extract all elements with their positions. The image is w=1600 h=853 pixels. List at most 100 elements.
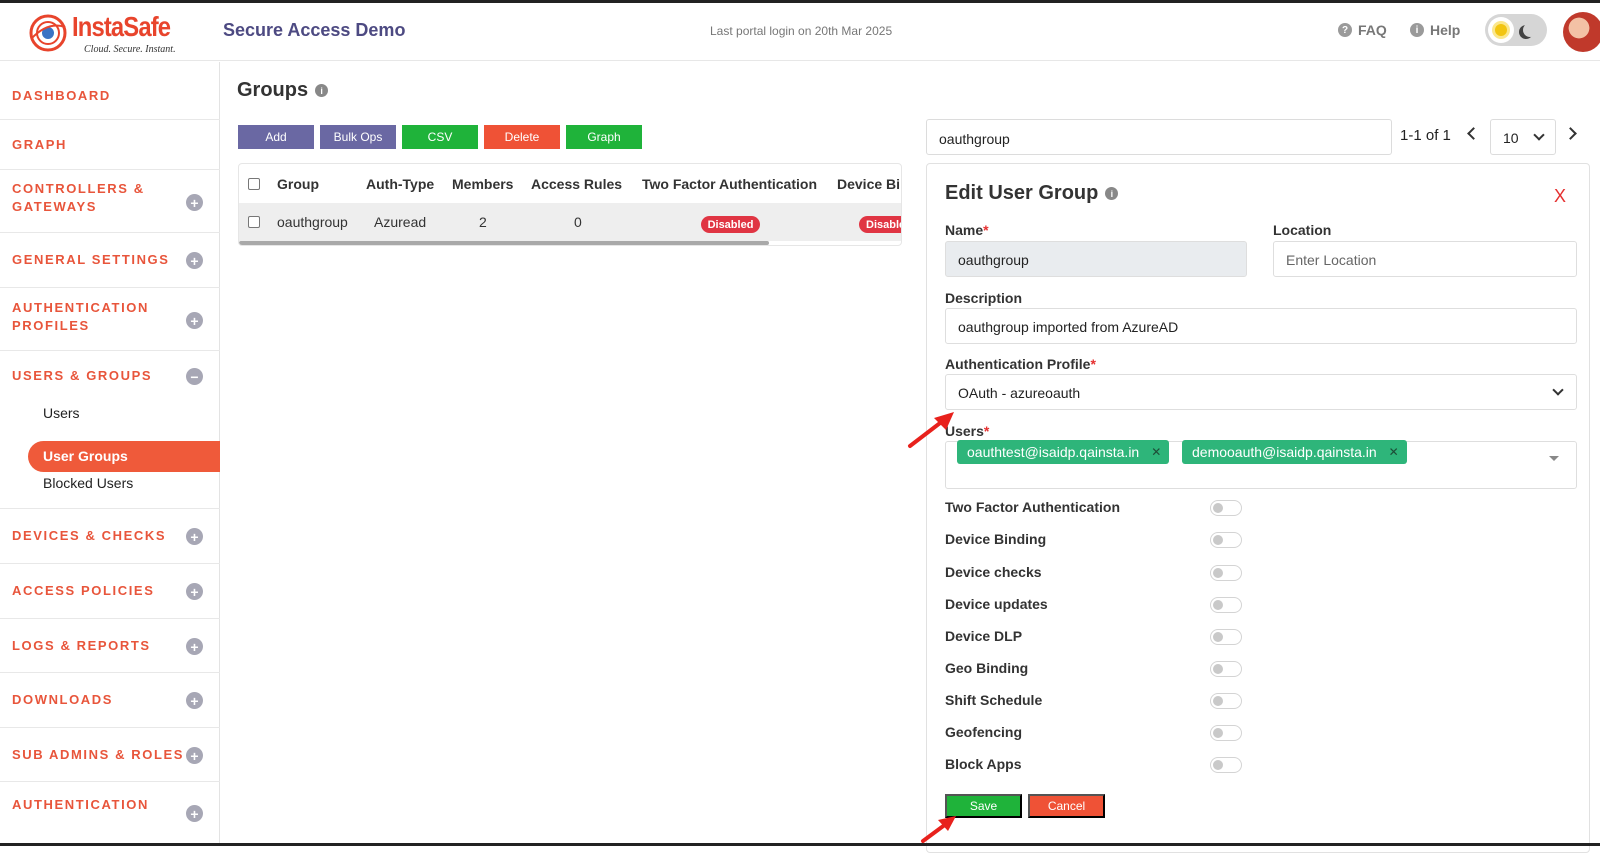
block-apps-toggle[interactable]: [1210, 757, 1242, 773]
column-header-group[interactable]: Group: [277, 176, 319, 192]
sidebar-item-authentication[interactable]: AUTHENTICATION +: [0, 782, 220, 843]
sidebar-item-downloads[interactable]: DOWNLOADS +: [0, 673, 220, 728]
expand-plus-icon[interactable]: +: [186, 252, 203, 269]
toggle-knob: [1213, 696, 1223, 706]
sidebar-item-sub-admins-roles[interactable]: SUB ADMINS & ROLES +: [0, 728, 220, 782]
search-input[interactable]: oauthgroup: [926, 119, 1392, 155]
row-checkbox[interactable]: [248, 216, 260, 228]
two-factor-toggle[interactable]: [1210, 500, 1242, 516]
geofencing-toggle[interactable]: [1210, 725, 1242, 741]
sidebar-item-label: AUTHENTICATION: [12, 797, 149, 812]
csv-button[interactable]: CSV: [402, 125, 478, 149]
name-field[interactable]: oauthgroup: [945, 241, 1247, 277]
caret-down-icon[interactable]: [1549, 456, 1559, 461]
sidebar: DASHBOARD GRAPH CONTROLLERS & GATEWAYS +…: [0, 62, 220, 843]
required-marker: *: [983, 423, 990, 439]
user-tag-label: demooauth@isaidp.qainsta.in: [1192, 444, 1377, 460]
page-title: Groups i: [237, 79, 329, 102]
theme-toggle[interactable]: [1485, 14, 1547, 46]
collapse-minus-icon[interactable]: −: [186, 368, 203, 385]
user-avatar[interactable]: [1563, 12, 1600, 52]
expand-plus-icon[interactable]: +: [186, 312, 203, 329]
sidebar-subitem-users[interactable]: Users: [43, 405, 80, 421]
edit-user-group-panel: Edit User Group i X Name* oauthgroup Loc…: [926, 163, 1590, 853]
sidebar-item-label: GENERAL SETTINGS: [12, 252, 170, 267]
page-title-text: Groups: [237, 79, 309, 101]
geo-binding-toggle[interactable]: [1210, 661, 1242, 677]
sidebar-subitem-label: User Groups: [43, 448, 128, 464]
chevron-left-icon[interactable]: [1467, 127, 1480, 140]
help-link[interactable]: i Help: [1410, 22, 1460, 38]
required-marker: *: [1090, 356, 1096, 372]
toggle-knob: [1213, 632, 1223, 642]
device-dlp-toggle[interactable]: [1210, 629, 1242, 645]
remove-tag-icon[interactable]: ✕: [1389, 445, 1399, 459]
toggle-label-geo-binding: Geo Binding: [945, 660, 1029, 676]
question-icon: ?: [1338, 23, 1352, 37]
cell-group[interactable]: oauthgroup: [277, 214, 348, 230]
device-binding-toggle[interactable]: [1210, 532, 1242, 548]
annotation-arrow-icon: [921, 816, 956, 843]
toggle-knob: [1213, 600, 1223, 610]
faq-label: FAQ: [1358, 22, 1387, 38]
device-checks-toggle[interactable]: [1210, 565, 1242, 581]
sidebar-item-logs-reports[interactable]: LOGS & REPORTS +: [0, 619, 220, 673]
sidebar-item-authentication-profiles[interactable]: AUTHENTICATION PROFILES +: [0, 288, 220, 351]
expand-plus-icon[interactable]: +: [186, 747, 203, 764]
toggle-knob: [1213, 760, 1223, 770]
expand-plus-icon[interactable]: +: [186, 528, 203, 545]
expand-plus-icon[interactable]: +: [186, 805, 203, 822]
sidebar-subitem-user-groups[interactable]: User Groups: [28, 441, 220, 472]
toggle-label-geofencing: Geofencing: [945, 724, 1023, 740]
chevron-down-icon: [1552, 384, 1564, 396]
sidebar-item-dashboard[interactable]: DASHBOARD: [0, 62, 220, 120]
column-header-two-factor[interactable]: Two Factor Authentication: [642, 176, 817, 192]
table-horizontal-scrollbar[interactable]: [239, 241, 769, 245]
required-marker: *: [983, 222, 989, 238]
auth-profile-select[interactable]: OAuth - azureoauth: [945, 374, 1577, 410]
sidebar-subitem-blocked-users[interactable]: Blocked Users: [43, 475, 133, 491]
expand-plus-icon[interactable]: +: [186, 194, 203, 211]
sidebar-item-graph[interactable]: GRAPH: [0, 120, 220, 170]
info-icon[interactable]: i: [1105, 187, 1119, 200]
sidebar-item-controllers-gateways[interactable]: CONTROLLERS & GATEWAYS +: [0, 170, 220, 233]
column-header-members[interactable]: Members: [452, 176, 513, 192]
description-field[interactable]: oauthgroup imported from AzureAD: [945, 308, 1577, 344]
column-header-access-rules[interactable]: Access Rules: [531, 176, 622, 192]
sidebar-item-label: AUTHENTICATION PROFILES: [12, 300, 149, 333]
sidebar-item-label: GRAPH: [12, 137, 67, 152]
device-updates-toggle[interactable]: [1210, 597, 1242, 613]
column-header-auth-type[interactable]: Auth-Type: [366, 176, 434, 192]
shift-schedule-toggle[interactable]: [1210, 693, 1242, 709]
column-header-device-binding[interactable]: Device Bi: [837, 176, 900, 192]
sidebar-item-general-settings[interactable]: GENERAL SETTINGS +: [0, 233, 220, 288]
toggle-label-device-binding: Device Binding: [945, 531, 1047, 547]
name-label-text: Name: [945, 222, 984, 238]
location-field[interactable]: Enter Location: [1273, 241, 1577, 277]
instasafe-logo[interactable]: InstaSafe Cloud. Secure. Instant.: [28, 9, 188, 55]
remove-tag-icon[interactable]: ✕: [1151, 445, 1161, 459]
info-icon[interactable]: i: [315, 84, 329, 97]
page-size-select[interactable]: 10: [1490, 119, 1556, 155]
chevron-down-icon: [1533, 129, 1545, 141]
expand-plus-icon[interactable]: +: [186, 583, 203, 600]
graph-button[interactable]: Graph: [566, 125, 642, 149]
add-button[interactable]: Add: [238, 125, 314, 149]
auth-profile-value: OAuth - azureoauth: [958, 385, 1081, 401]
cancel-button[interactable]: Cancel: [1028, 794, 1105, 818]
chevron-right-icon[interactable]: [1564, 127, 1577, 140]
select-all-checkbox[interactable]: [248, 178, 260, 190]
cell-members: 2: [479, 214, 487, 230]
last-login-text: Last portal login on 20th Mar 2025: [710, 24, 893, 38]
bulk-ops-button[interactable]: Bulk Ops: [320, 125, 396, 149]
groups-table: Group Auth-Type Members Access Rules Two…: [238, 163, 902, 246]
faq-link[interactable]: ? FAQ: [1338, 22, 1387, 38]
cell-auth-type: Azuread: [374, 214, 427, 230]
delete-button[interactable]: Delete: [484, 125, 560, 149]
close-button[interactable]: X: [1554, 186, 1566, 207]
sidebar-item-access-policies[interactable]: ACCESS POLICIES +: [0, 564, 220, 619]
expand-plus-icon[interactable]: +: [186, 692, 203, 709]
expand-plus-icon[interactable]: +: [186, 638, 203, 655]
toggle-label-device-dlp: Device DLP: [945, 628, 1023, 644]
sidebar-item-devices-checks[interactable]: DEVICES & CHECKS +: [0, 509, 220, 564]
